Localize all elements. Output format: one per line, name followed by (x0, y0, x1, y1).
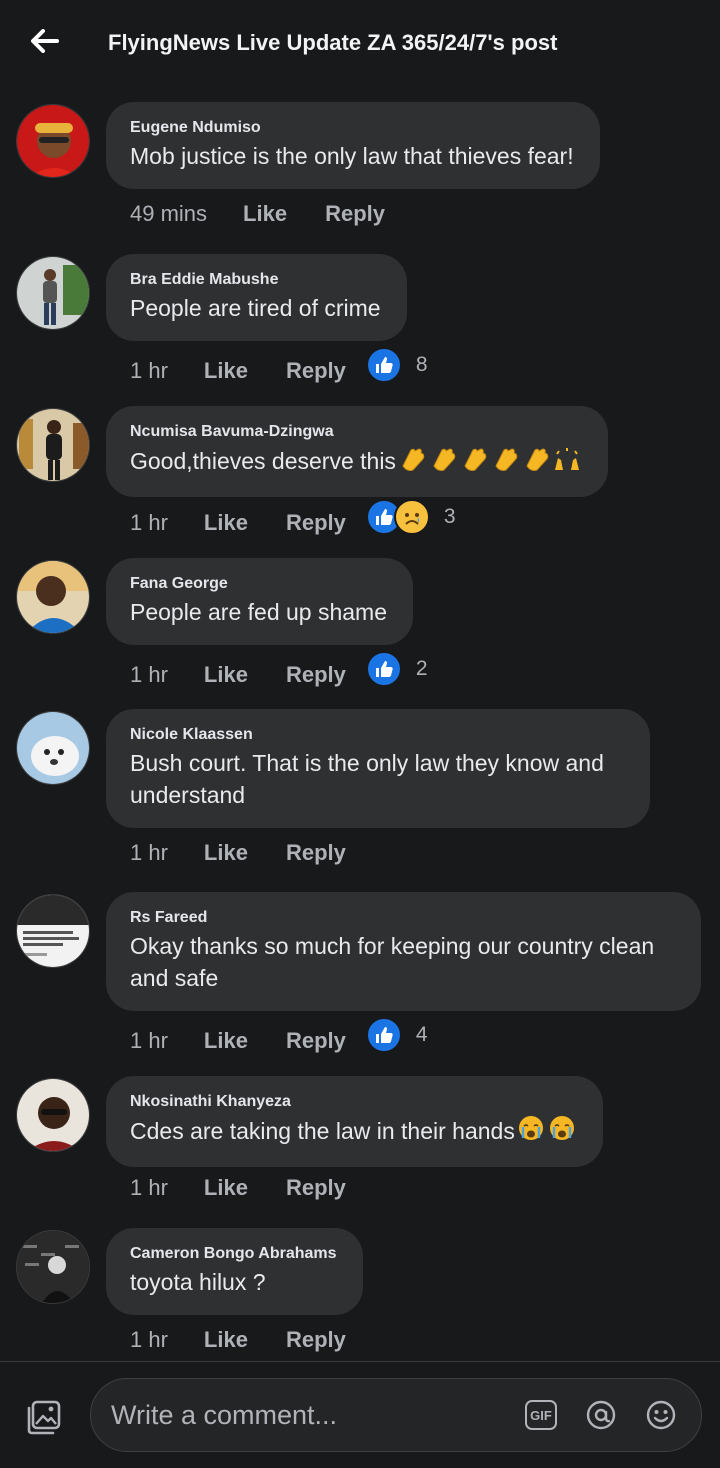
avatar[interactable] (16, 104, 90, 178)
page-title: FlyingNews Live Update ZA 365/24/7's pos… (108, 30, 558, 55)
comment-actions: 1 hr Like Reply 8 (130, 347, 428, 389)
reactions-summary[interactable]: 8 (365, 347, 428, 383)
photo-icon (27, 1400, 61, 1435)
comment-author[interactable]: Nicole Klaassen (130, 725, 624, 745)
comment-time[interactable]: 1 hr (130, 1327, 168, 1353)
comment-actions: 1 hr Like Reply 3 (130, 499, 456, 541)
reactions-summary[interactable]: 3 (365, 499, 456, 535)
comment-time[interactable]: 49 mins (130, 201, 207, 227)
comment-composer: Write a comment... GIF (0, 1361, 720, 1468)
like-button[interactable]: Like (204, 840, 248, 866)
like-button[interactable]: Like (204, 1028, 248, 1054)
comment-time[interactable]: 1 hr (130, 358, 168, 384)
comment-author[interactable]: Cameron Bongo Abrahams (130, 1244, 337, 1264)
comment-bubble[interactable]: Nkosinathi Khanyeza Cdes are taking the … (106, 1076, 603, 1167)
input-actions: GIF (525, 1399, 677, 1431)
comment-bubble[interactable]: Fana George People are fed up shame (106, 558, 414, 645)
reaction-count: 4 (415, 1023, 428, 1046)
like-button[interactable]: Like (204, 358, 248, 384)
back-button[interactable] (28, 26, 62, 56)
comment-actions: 1 hr Like Reply (130, 840, 346, 866)
reply-button[interactable]: Reply (286, 510, 346, 536)
avatar[interactable] (16, 894, 90, 968)
reaction-count: 8 (415, 353, 428, 376)
like-button[interactable]: Like (204, 510, 248, 536)
raised-hands-emoji (552, 448, 582, 480)
reactions-summary[interactable]: 4 (365, 1017, 428, 1053)
avatar[interactable] (16, 256, 90, 330)
avatar[interactable] (16, 560, 90, 634)
thumbs-up-icon (365, 1017, 402, 1053)
clapping-hands-emoji (459, 444, 489, 480)
comment-actions: 1 hr Like Reply 2 (130, 651, 428, 693)
comment-input[interactable]: Write a comment... GIF (90, 1378, 702, 1452)
at-sign-icon[interactable] (585, 1399, 617, 1431)
comment-text: toyota hilux ? (130, 1269, 266, 1295)
comment-actions: 1 hr Like Reply 4 (130, 1017, 428, 1059)
avatar[interactable] (16, 1230, 90, 1304)
reaction-count: 3 (443, 505, 456, 528)
like-button[interactable]: Like (243, 201, 287, 227)
crying-face-emoji (516, 1114, 546, 1150)
reply-button[interactable]: Reply (325, 201, 385, 227)
reply-button[interactable]: Reply (286, 840, 346, 866)
comment-time[interactable]: 1 hr (130, 1028, 168, 1054)
comment-text: Bush court. That is the only law they kn… (130, 750, 611, 808)
comment-text: Okay thanks so much for keeping our coun… (130, 933, 661, 991)
comment-input-placeholder: Write a comment... (111, 1399, 338, 1430)
comment-bubble[interactable]: Eugene Ndumiso Mob justice is the only l… (106, 102, 600, 189)
comment-text: Mob justice is the only law that thieves… (130, 143, 574, 169)
arrow-left-icon (31, 29, 59, 53)
comment-author[interactable]: Fana George (130, 574, 387, 594)
clapping-hands-emoji (521, 444, 551, 480)
comment-time[interactable]: 1 hr (130, 510, 168, 536)
comment-actions: 1 hr Like Reply (130, 1327, 346, 1353)
gif-icon[interactable]: GIF (525, 1400, 557, 1430)
avatar[interactable] (16, 711, 90, 785)
comment-bubble[interactable]: Rs Fareed Okay thanks so much for keepin… (106, 892, 701, 1011)
comment-text: People are fed up shame (130, 599, 388, 625)
sad-face-icon (393, 499, 430, 535)
comment-actions: 49 mins Like Reply (130, 201, 385, 227)
clapping-hands-emoji (428, 444, 458, 480)
crying-face-emoji (547, 1114, 577, 1150)
avatar[interactable] (16, 1078, 90, 1152)
photo-button[interactable] (24, 1398, 64, 1438)
like-button[interactable]: Like (204, 662, 248, 688)
comment-text: Good,thieves deserve this (130, 444, 582, 480)
smiley-icon[interactable] (645, 1399, 677, 1431)
comment-bubble[interactable]: Cameron Bongo Abrahams toyota hilux ? (106, 1228, 363, 1315)
comment-time[interactable]: 1 hr (130, 662, 168, 688)
avatar[interactable] (16, 408, 90, 482)
comment-author[interactable]: Ncumisa Bavuma-Dzingwa (130, 422, 582, 442)
comment-bubble[interactable]: Nicole Klaassen Bush court. That is the … (106, 709, 650, 828)
reply-button[interactable]: Reply (286, 1175, 346, 1201)
reply-button[interactable]: Reply (286, 1028, 346, 1054)
comment-text: Cdes are taking the law in their hands (130, 1114, 577, 1150)
comment-bubble[interactable]: Ncumisa Bavuma-Dzingwa Good,thieves dese… (106, 406, 608, 497)
comment-text: People are tired of crime (130, 295, 381, 321)
clapping-hands-emoji (397, 444, 427, 480)
comment-bubble[interactable]: Bra Eddie Mabushe People are tired of cr… (106, 254, 407, 341)
comment-actions: 1 hr Like Reply (130, 1175, 346, 1201)
reply-button[interactable]: Reply (286, 358, 346, 384)
comment-time[interactable]: 1 hr (130, 840, 168, 866)
comment-author[interactable]: Nkosinathi Khanyeza (130, 1092, 577, 1112)
reaction-count: 2 (415, 657, 428, 680)
like-button[interactable]: Like (204, 1327, 248, 1353)
comment-author[interactable]: Bra Eddie Mabushe (130, 270, 381, 290)
thumbs-up-icon (365, 347, 402, 383)
reply-button[interactable]: Reply (286, 662, 346, 688)
comment-time[interactable]: 1 hr (130, 1175, 168, 1201)
comment-author[interactable]: Eugene Ndumiso (130, 118, 574, 138)
top-bar: FlyingNews Live Update ZA 365/24/7's pos… (0, 0, 720, 90)
reply-button[interactable]: Reply (286, 1327, 346, 1353)
like-button[interactable]: Like (204, 1175, 248, 1201)
comment-author[interactable]: Rs Fareed (130, 908, 675, 928)
clapping-hands-emoji (490, 444, 520, 480)
reactions-summary[interactable]: 2 (365, 651, 428, 687)
thumbs-up-icon (365, 651, 402, 687)
